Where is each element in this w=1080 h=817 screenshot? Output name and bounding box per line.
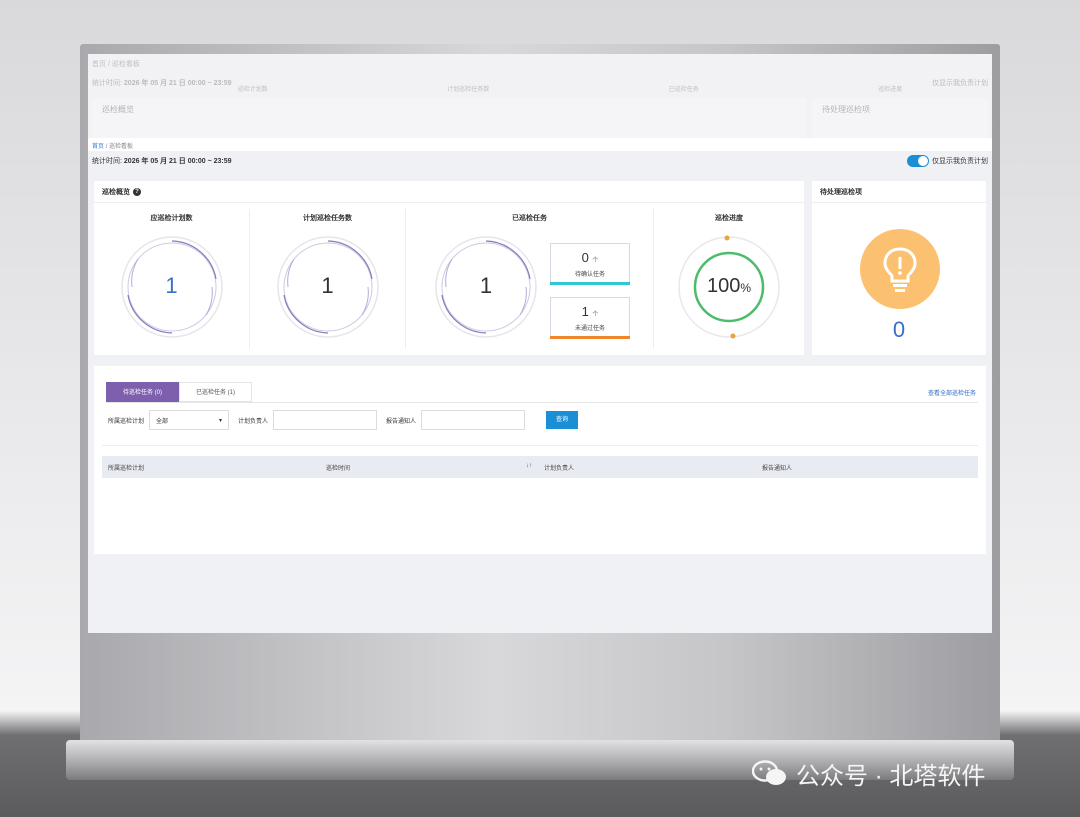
stats-bar: 统计时间: 2026 年 05 月 21 日 00:00 ~ 23:59 仅显示…: [88, 151, 992, 171]
tab-pending-tasks[interactable]: 待巡检任务 (0): [106, 382, 180, 402]
breadcrumb-current: 巡检看板: [109, 144, 134, 150]
metric-title: 已巡检任务: [512, 215, 547, 222]
ghost-header: 首页 / 巡检看板 统计时间: 2026 年 05 月 21 日 00:00 ~…: [88, 54, 992, 138]
progress-value: 100: [706, 275, 741, 297]
watermark: 公众号 · 北塔软件: [751, 756, 986, 791]
ghost-panel2: 待处理巡检项: [812, 98, 988, 138]
col-notify: 报告通知人: [762, 465, 793, 472]
ghost-subtitle: 巡检计划数: [237, 87, 268, 93]
pending-count: 0: [892, 317, 906, 342]
metrics-row: 应巡检计划数 1 计划巡检任务数 1 已巡检任务 1 0 个 待确认任务 1 个…: [94, 203, 804, 355]
table-header: 所属巡检计划 巡检时间 ↓↑ 计划负责人 报告通知人: [102, 456, 978, 478]
notify-input[interactable]: [421, 410, 526, 430]
metric-title: 巡检进度: [715, 215, 743, 222]
metric-value: 1: [479, 273, 493, 298]
mini-unit: 个: [592, 258, 599, 264]
my-plans-toggle[interactable]: 仅显示我负责计划: [907, 155, 988, 167]
pending-confirm-card[interactable]: 0 个 待确认任务: [550, 243, 630, 285]
ghost-panel: 巡检概览: [92, 98, 806, 138]
tab-divider: [106, 402, 978, 403]
metric-done-tasks: 已巡检任务 1 0 个 待确认任务 1 个 未通过任务: [406, 209, 654, 349]
metric-title: 计划巡检任务数: [303, 215, 352, 222]
mini-value: 1: [581, 304, 589, 319]
col-plan: 所属巡检计划: [108, 465, 145, 472]
failed-tasks-card[interactable]: 1 个 未通过任务: [550, 297, 630, 339]
overview-header: 巡检概览 ?: [94, 181, 804, 203]
ghost-panel2-title: 待处理巡检项: [822, 105, 870, 114]
col-time[interactable]: 巡检时间 ↓↑: [320, 463, 538, 472]
pending-panel: 待处理巡检项 0: [812, 181, 986, 355]
pending-title: 待处理巡检项: [820, 188, 862, 196]
view-all-link[interactable]: 查看全部巡检任务: [928, 388, 976, 397]
stat-label: 统计时间:: [92, 158, 122, 165]
stat-value: 2026 年 05 月 21 日 00:00 ~ 23:59: [123, 158, 232, 165]
task-tabs: 待巡检任务 (0) 已巡检任务 (1): [106, 382, 253, 402]
overview-title: 巡检概览: [102, 188, 130, 196]
mini-bar: [550, 282, 630, 285]
plan-select[interactable]: 全部 ▾: [149, 410, 230, 430]
metric-plan-count: 应巡检计划数 1: [94, 209, 250, 349]
metric-title: 应巡检计划数: [150, 215, 193, 222]
toggle-switch[interactable]: [907, 155, 929, 167]
wechat-icon: [751, 759, 788, 788]
metric-task-count: 计划巡检任务数 1: [250, 209, 406, 349]
metric-value: 1: [321, 273, 334, 298]
plan-filter-label: 所属巡检计划: [108, 418, 145, 425]
ghost-subtitles: 巡检计划数 计划巡检任务数 已巡检任务 巡检进度: [148, 84, 992, 93]
mini-unit: 个: [592, 312, 599, 318]
ghost-subtitle: 计划巡检任务数: [447, 87, 490, 93]
breadcrumb-sep: /: [105, 144, 108, 150]
progress-unit: %: [740, 281, 752, 295]
query-button[interactable]: 查询: [546, 411, 579, 429]
col-time-label: 巡检时间: [326, 465, 351, 472]
screen: 首页 / 巡检看板 统计时间: 2026 年 05 月 21 日 00:00 ~…: [88, 54, 992, 633]
chevron-down-icon: ▾: [219, 417, 223, 424]
lightbulb-icon: [860, 229, 940, 309]
filter-bar: 所属巡检计划 全部 ▾ 计划负责人 报告通知人 查询: [108, 410, 579, 430]
mini-bar: [550, 336, 630, 339]
dashboard: 首页 / 巡检看板 统计时间: 2026 年 05 月 21 日 00:00 ~…: [88, 138, 992, 633]
ghost-subtitle: 巡检进度: [878, 87, 903, 93]
sort-icon[interactable]: ↓↑: [526, 463, 532, 472]
owner-input[interactable]: [273, 410, 378, 430]
mini-value: 0: [581, 250, 589, 265]
pending-header: 待处理巡检项: [812, 181, 986, 203]
metric-value: 100%: [654, 275, 804, 298]
overview-panel: 巡检概览 ? 应巡检计划数 1 计划巡检任务数 1 已巡检任务 1 0 个 待确…: [94, 181, 804, 355]
ghost-breadcrumb: 首页 / 巡检看板: [92, 61, 140, 68]
notify-filter-label: 报告通知人: [386, 418, 417, 425]
toggle-label: 仅显示我负责计划: [932, 158, 988, 165]
filter-divider: [102, 445, 978, 446]
ghost-subtitle: 已巡检任务: [668, 87, 699, 93]
metric-value: 1: [165, 273, 178, 298]
task-section: 待巡检任务 (0) 已巡检任务 (1) 查看全部巡检任务 所属巡检计划 全部 ▾…: [94, 366, 986, 554]
metric-progress: 巡检进度 100%: [654, 209, 804, 349]
mini-label: 未通过任务: [574, 326, 605, 332]
ghost-stat-label: 统计时间:: [92, 80, 122, 87]
owner-filter-label: 计划负责人: [238, 418, 269, 425]
col-owner: 计划负责人: [544, 465, 575, 472]
tab-done-tasks[interactable]: 已巡检任务 (1): [179, 382, 253, 402]
breadcrumb-home[interactable]: 首页: [92, 144, 104, 150]
ghost-panel-title: 巡检概览: [102, 105, 134, 114]
watermark-text: 公众号 · 北塔软件: [796, 763, 986, 790]
breadcrumb: 首页 / 巡检看板: [88, 138, 992, 151]
mini-label: 待确认任务: [574, 272, 605, 278]
help-icon[interactable]: ?: [133, 187, 141, 196]
plan-select-value: 全部: [156, 418, 169, 425]
